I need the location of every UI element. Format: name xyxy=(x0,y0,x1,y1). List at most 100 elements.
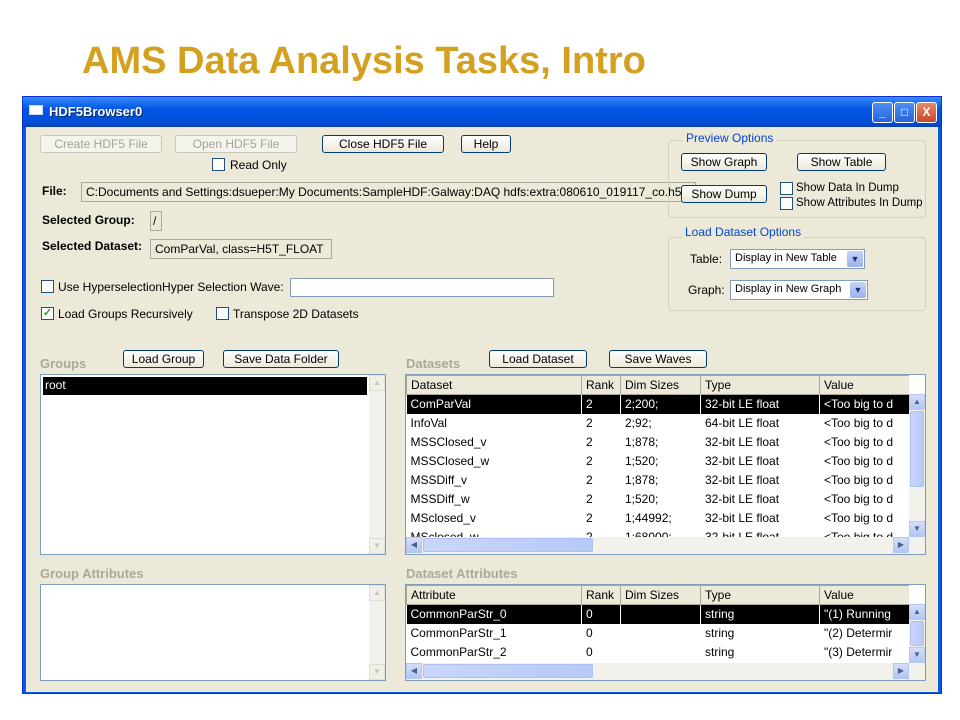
table-row[interactable]: MSSClosed_v 2 1;878; 32-bit LE float <Too bi… xyxy=(407,432,909,452)
group-attributes-vscrollbar[interactable]: ▲ ▼ xyxy=(369,585,385,680)
scroll-down-icon[interactable]: ▼ xyxy=(369,664,385,680)
show-attributes-in-dump-label: Show Attributes In Dump xyxy=(796,197,923,209)
datasets-vscrollbar[interactable]: ▲ ▼ xyxy=(909,394,925,537)
column-header-dim-sizes[interactable]: Dim Sizes xyxy=(620,585,701,605)
help-button[interactable]: Help xyxy=(461,135,511,153)
table-cell: <Too big to d xyxy=(819,508,909,528)
load-groups-recursively-checkbox[interactable]: ✓ xyxy=(41,307,54,320)
load-dataset-button[interactable]: Load Dataset xyxy=(489,350,587,368)
scroll-up-icon[interactable]: ▲ xyxy=(909,394,925,410)
group-attributes-list[interactable]: ▲ ▼ xyxy=(40,584,386,681)
table-row[interactable]: CommonParStr_1 0 string "(2) Determir xyxy=(407,623,909,643)
groups-vscrollbar[interactable]: ▲ ▼ xyxy=(369,375,385,554)
column-header-type[interactable]: Type xyxy=(700,585,820,605)
table-cell: "(1) Running xyxy=(819,604,909,624)
datasets-hscrollbar[interactable]: ◀ ▶ xyxy=(406,537,925,554)
scroll-down-icon[interactable]: ▼ xyxy=(909,647,925,663)
maximize-button[interactable]: □ xyxy=(894,102,915,123)
scroll-up-icon[interactable]: ▲ xyxy=(369,585,385,601)
table-cell: 32-bit LE float xyxy=(700,470,820,490)
transpose-2d-checkbox[interactable] xyxy=(216,307,229,320)
table-row[interactable]: CommonParStr_0 0 string "(1) Running xyxy=(406,604,909,624)
show-table-button[interactable]: Show Table xyxy=(797,153,886,171)
table-cell: 1;878; xyxy=(620,432,701,452)
column-header-dim-sizes[interactable]: Dim Sizes xyxy=(620,375,701,395)
hyper-selection-wave-field[interactable] xyxy=(290,278,554,297)
scroll-down-icon[interactable]: ▼ xyxy=(369,538,385,554)
scroll-left-icon[interactable]: ◀ xyxy=(406,663,422,679)
column-header-attribute[interactable]: Attribute xyxy=(406,585,582,605)
table-row[interactable]: MSclosed_v 2 1;44992; 32-bit LE float <Too b… xyxy=(407,508,909,528)
scroll-thumb[interactable] xyxy=(910,411,924,487)
column-header-rank[interactable]: Rank xyxy=(581,375,621,395)
table-cell: CommonParStr_2 xyxy=(410,645,507,659)
show-data-in-dump-checkbox[interactable] xyxy=(780,182,793,195)
scroll-right-icon[interactable]: ▶ xyxy=(893,663,909,679)
save-waves-button[interactable]: Save Waves xyxy=(609,350,707,368)
load-group-button[interactable]: Load Group xyxy=(123,350,204,368)
selected-group-label: Selected Group: xyxy=(42,213,135,227)
table-row[interactable]: MSSClosed_w 2 1;520; 32-bit LE float <Too bi… xyxy=(407,451,909,471)
table-cell: string xyxy=(700,604,820,624)
column-header-type[interactable]: Type xyxy=(700,375,820,395)
scroll-thumb[interactable] xyxy=(910,621,924,646)
selected-group-field[interactable]: / xyxy=(150,211,162,231)
minimize-button[interactable]: _ xyxy=(872,102,893,123)
scroll-down-icon[interactable]: ▼ xyxy=(909,521,925,537)
hdf5-browser-window: HDF5Browser0 _ □ X Create HDF5 File Open… xyxy=(22,96,942,694)
use-hyperselection-checkbox[interactable] xyxy=(41,280,54,293)
table-cell: 2;92; xyxy=(620,413,701,433)
table-row[interactable]: MSSDiff_v 2 1;878; 32-bit LE float <Too big … xyxy=(407,470,909,490)
show-attributes-in-dump-checkbox[interactable] xyxy=(780,197,793,210)
dataset-attributes-vscrollbar[interactable]: ▲ ▼ xyxy=(909,604,925,663)
table-row[interactable]: InfoVal 2 2;92; 64-bit LE float <Too big to … xyxy=(407,413,909,433)
dataset-attributes-hscrollbar[interactable]: ◀ ▶ xyxy=(406,663,925,680)
scroll-thumb[interactable] xyxy=(423,664,593,678)
table-cell: <Too big to d xyxy=(819,413,909,433)
create-hdf5-file-button[interactable]: Create HDF5 File xyxy=(40,135,162,153)
table-cell: 2 xyxy=(581,527,621,537)
load-dataset-options-title: Load Dataset Options xyxy=(682,225,805,239)
scroll-thumb[interactable] xyxy=(423,538,593,552)
table-row[interactable]: MSSDiff_w 2 1;520; 32-bit LE float <Too big … xyxy=(407,489,909,509)
graph-display-select[interactable]: Display in New Graph ▼ xyxy=(730,280,868,300)
groups-list[interactable]: root ▲ ▼ xyxy=(40,374,386,555)
table-cell: 2 xyxy=(581,470,621,490)
table-cell: 2 xyxy=(581,394,621,414)
selected-dataset-field[interactable]: ComParVal, class=H5T_FLOAT xyxy=(150,239,332,259)
read-only-label: Read Only xyxy=(230,158,287,172)
file-path-field[interactable]: C:Documents and Settings:dsueper:My Docu… xyxy=(81,182,696,202)
use-hyperselection-label: Use HyperselectionHyper Selection Wave: xyxy=(58,280,284,294)
table-row[interactable]: MSclosed_w 2 1;68000; 32-bit LE float <Too b… xyxy=(407,527,909,537)
table-display-select[interactable]: Display in New Table ▼ xyxy=(730,249,865,269)
window-titlebar[interactable]: HDF5Browser0 _ □ X xyxy=(23,97,941,127)
chevron-down-icon[interactable]: ▼ xyxy=(850,282,866,298)
table-cell xyxy=(620,642,701,662)
read-only-checkbox[interactable] xyxy=(212,158,225,171)
chevron-down-icon[interactable]: ▼ xyxy=(847,251,863,267)
close-window-button[interactable]: X xyxy=(916,102,937,123)
open-hdf5-file-button[interactable]: Open HDF5 File xyxy=(175,135,297,153)
window-icon xyxy=(29,105,43,115)
scroll-right-icon[interactable]: ▶ xyxy=(893,537,909,553)
show-dump-button[interactable]: Show Dump xyxy=(681,185,767,203)
table-cell: 1;68000; xyxy=(620,527,701,537)
show-graph-button[interactable]: Show Graph xyxy=(681,153,767,171)
table-cell: 2 xyxy=(581,413,621,433)
table-cell: <Too big to d xyxy=(819,451,909,471)
column-header-value[interactable]: Value xyxy=(819,585,909,605)
save-data-folder-button[interactable]: Save Data Folder xyxy=(223,350,339,368)
scroll-up-icon[interactable]: ▲ xyxy=(369,375,385,391)
table-cell: MSclosed_v xyxy=(410,511,476,525)
close-hdf5-file-button[interactable]: Close HDF5 File xyxy=(322,135,444,153)
table-cell: 1;44992; xyxy=(620,508,701,528)
scroll-left-icon[interactable]: ◀ xyxy=(406,537,422,553)
column-header-dataset[interactable]: Dataset xyxy=(406,375,582,395)
table-row[interactable]: ComParVal 2 2;200; 32-bit LE float <Too big … xyxy=(406,394,909,414)
table-row[interactable]: CommonParStr_2 0 string "(3) Determir xyxy=(407,642,909,662)
scroll-up-icon[interactable]: ▲ xyxy=(909,604,925,620)
column-header-rank[interactable]: Rank xyxy=(581,585,621,605)
window-title: HDF5Browser0 xyxy=(49,104,143,119)
column-header-value[interactable]: Value xyxy=(819,375,909,395)
group-item-root[interactable]: root xyxy=(43,377,367,395)
